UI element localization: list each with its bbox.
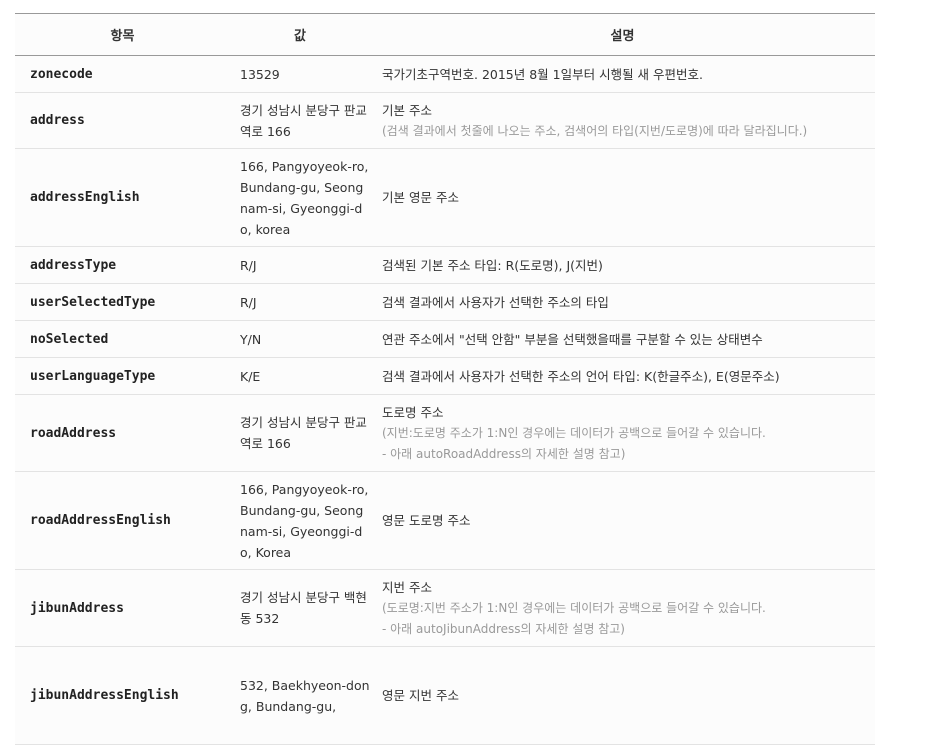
- row-description: 지번 주소 (도로명:지번 주소가 1:N인 경우에는 데이터가 공백으로 들어갈…: [370, 569, 875, 647]
- row-key: addressType: [15, 246, 230, 284]
- row-description: 검색된 기본 주소 타입: R(도로명), J(지번): [370, 246, 875, 284]
- row-value: 166, Pangyoyeok-ro, Bundang-gu, Seongnam…: [230, 471, 370, 570]
- table-row: userLanguageType K/E 검색 결과에서 사용자가 선택한 주소…: [15, 357, 875, 395]
- row-value: 166, Pangyoyeok-ro, Bundang-gu, Seongnam…: [230, 148, 370, 247]
- row-value: 경기 성남시 분당구 판교역로 166: [230, 394, 370, 472]
- row-description-text: 검색 결과에서 사용자가 선택한 주소의 언어 타입: K(한글주소), E(영…: [382, 368, 780, 384]
- row-description-text: 영문 도로명 주소: [382, 513, 471, 528]
- table-row: jibunAddress 경기 성남시 분당구 백현동 532 지번 주소 (도로…: [15, 569, 875, 647]
- row-description-text: 검색된 기본 주소 타입: R(도로명), J(지번): [382, 257, 603, 273]
- row-note: (검색 결과에서 첫줄에 나오는 주소, 검색어의 타입(지번/도로명)에 따라…: [382, 123, 808, 138]
- header-value: 값: [230, 13, 370, 56]
- row-key: userLanguageType: [15, 357, 230, 395]
- row-description: 기본 주소 (검색 결과에서 첫줄에 나오는 주소, 검색어의 타입(지번/도로명…: [370, 92, 875, 149]
- row-note: - 아래 autoRoadAddress의 자세한 설명 참고): [382, 446, 626, 461]
- row-value: 경기 성남시 분당구 판교역로 166: [230, 92, 370, 149]
- row-value: 532, Baekhyeon-dong, Bundang-gu,: [230, 646, 370, 745]
- row-description: 연관 주소에서 "선택 안함" 부분을 선택했을때를 구분할 수 있는 상태변수: [370, 320, 875, 358]
- row-description-text: 기본 영문 주소: [382, 190, 459, 205]
- table-row: roadAddress 경기 성남시 분당구 판교역로 166 도로명 주소 (지…: [15, 394, 875, 472]
- row-description: 기본 영문 주소: [370, 148, 875, 247]
- table-row: addressEnglish 166, Pangyoyeok-ro, Bunda…: [15, 148, 875, 247]
- row-key: userSelectedType: [15, 283, 230, 321]
- row-note: (지번:도로명 주소가 1:N인 경우에는 데이터가 공백으로 들어갈 수 있습…: [382, 425, 766, 440]
- row-description: 영문 도로명 주소: [370, 471, 875, 570]
- table-row: jibunAddressEnglish 532, Baekhyeon-dong,…: [15, 646, 875, 745]
- row-value: K/E: [230, 357, 370, 395]
- row-value: R/J: [230, 283, 370, 321]
- row-description: 영문 지번 주소: [370, 646, 875, 745]
- row-description-text: 지번 주소: [382, 579, 432, 595]
- row-value: Y/N: [230, 320, 370, 358]
- row-value: 13529: [230, 55, 370, 93]
- row-key: zonecode: [15, 55, 230, 93]
- row-description-text: 영문 지번 주소: [382, 688, 459, 703]
- table-row: userSelectedType R/J 검색 결과에서 사용자가 선택한 주소…: [15, 283, 875, 321]
- row-key: jibunAddressEnglish: [15, 646, 230, 745]
- header-description: 설명: [370, 13, 875, 56]
- row-key: roadAddress: [15, 394, 230, 472]
- table-row: noSelected Y/N 연관 주소에서 "선택 안함" 부분을 선택했을때…: [15, 320, 875, 358]
- header-item: 항목: [15, 13, 230, 56]
- table-header: 항목 값 설명: [15, 13, 875, 56]
- api-reference-table: 항목 값 설명 zonecode 13529 국가기초구역번호. 2015년 8…: [15, 13, 875, 745]
- row-key: roadAddressEnglish: [15, 471, 230, 570]
- table-row: address 경기 성남시 분당구 판교역로 166 기본 주소 (검색 결과에…: [15, 92, 875, 149]
- row-description: 검색 결과에서 사용자가 선택한 주소의 언어 타입: K(한글주소), E(영…: [370, 357, 875, 395]
- row-description-text: 검색 결과에서 사용자가 선택한 주소의 타입: [382, 294, 609, 310]
- table-row: addressType R/J 검색된 기본 주소 타입: R(도로명), J(…: [15, 246, 875, 284]
- table-body: zonecode 13529 국가기초구역번호. 2015년 8월 1일부터 시…: [15, 55, 875, 745]
- row-description-text: 기본 주소: [382, 102, 432, 118]
- row-key: jibunAddress: [15, 569, 230, 647]
- row-key: addressEnglish: [15, 148, 230, 247]
- row-value: R/J: [230, 246, 370, 284]
- row-key: noSelected: [15, 320, 230, 358]
- row-description-text: 도로명 주소: [382, 404, 444, 420]
- table-row: zonecode 13529 국가기초구역번호. 2015년 8월 1일부터 시…: [15, 55, 875, 93]
- row-description-text: 국가기초구역번호. 2015년 8월 1일부터 시행될 새 우편번호.: [382, 66, 704, 82]
- table-row: roadAddressEnglish 166, Pangyoyeok-ro, B…: [15, 471, 875, 570]
- row-note: (도로명:지번 주소가 1:N인 경우에는 데이터가 공백으로 들어갈 수 있습…: [382, 600, 766, 615]
- row-description-text: 연관 주소에서 "선택 안함" 부분을 선택했을때를 구분할 수 있는 상태변수: [382, 331, 763, 347]
- row-value: 경기 성남시 분당구 백현동 532: [230, 569, 370, 647]
- api-reference-table-container: 항목 값 설명 zonecode 13529 국가기초구역번호. 2015년 8…: [15, 13, 875, 745]
- row-description: 국가기초구역번호. 2015년 8월 1일부터 시행될 새 우편번호.: [370, 55, 875, 93]
- row-note: - 아래 autoJibunAddress의 자세한 설명 참고): [382, 621, 625, 636]
- row-description: 도로명 주소 (지번:도로명 주소가 1:N인 경우에는 데이터가 공백으로 들어…: [370, 394, 875, 472]
- row-key: address: [15, 92, 230, 149]
- row-description: 검색 결과에서 사용자가 선택한 주소의 타입: [370, 283, 875, 321]
